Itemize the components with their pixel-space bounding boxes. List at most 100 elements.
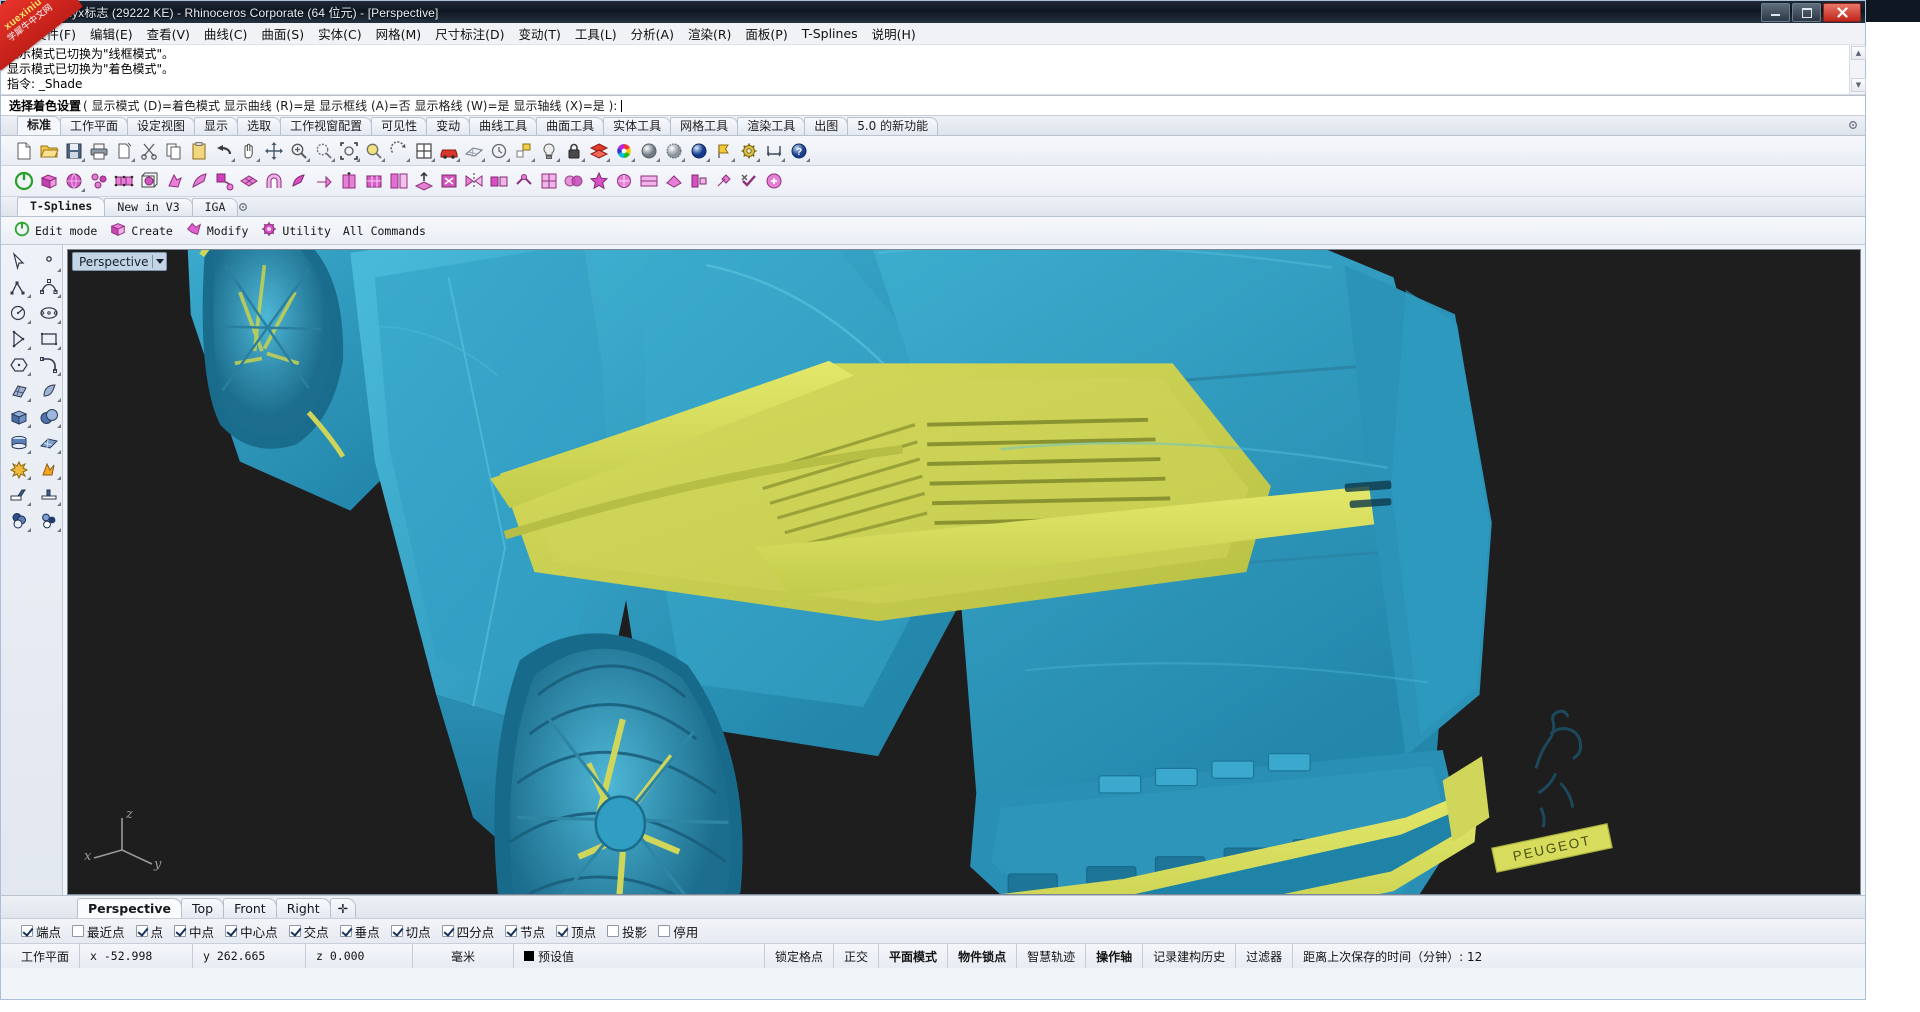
tscrease-icon[interactable] <box>338 170 360 192</box>
cylinder-solid-icon[interactable] <box>5 431 33 455</box>
status-toggle-ortho[interactable]: 正交 <box>834 944 880 968</box>
viewport-layout-icon[interactable] <box>413 140 435 162</box>
tsconvert-icon[interactable] <box>88 170 110 192</box>
tsplines-edit-mode-button[interactable]: Edit mode <box>13 220 97 241</box>
toolbar-options-gear-icon[interactable] <box>1847 119 1859 134</box>
options-gear-icon[interactable] <box>738 140 760 162</box>
zoom-in-icon[interactable] <box>288 140 310 162</box>
osnap-near-checkbox[interactable] <box>72 925 85 937</box>
command-history[interactable]: 显示模式已切换为"线框模式"。 显示模式已切换为"着色模式"。 指令: _Sha… <box>1 45 1866 95</box>
control-point-curve-icon[interactable] <box>35 275 63 299</box>
save-icon[interactable] <box>63 140 85 162</box>
menu-item-transform[interactable]: 变动(T) <box>512 22 568 45</box>
color-wheel-icon[interactable] <box>613 140 635 162</box>
menu-item-surface[interactable]: 曲面(S) <box>254 22 311 45</box>
pan-hand-icon[interactable] <box>238 140 260 162</box>
osnap-tan[interactable]: 切点 <box>390 922 431 941</box>
toolbar-tab-render-tools[interactable]: 渲染工具 <box>737 117 806 135</box>
view-tab-perspective[interactable]: Perspective <box>77 898 182 918</box>
tsrebuild-icon[interactable] <box>613 170 635 192</box>
split-icon[interactable] <box>35 457 63 481</box>
status-cplane[interactable]: 工作平面 <box>1 944 81 968</box>
osnap-mid[interactable]: 中点 <box>174 922 214 941</box>
view-tab-front[interactable]: Front <box>223 898 277 918</box>
status-toggle-filter[interactable]: 过滤器 <box>1236 944 1294 968</box>
toolbar-tab-solid-tools[interactable]: 实体工具 <box>603 117 672 135</box>
rectangle-icon[interactable] <box>35 327 63 351</box>
tsdelete-icon[interactable] <box>438 170 460 192</box>
tsalign-icon[interactable] <box>688 170 710 192</box>
status-toggle-record-history[interactable]: 记录建构历史 <box>1143 944 1237 968</box>
point-icon[interactable] <box>35 249 63 273</box>
tsbend-icon[interactable] <box>188 170 210 192</box>
tsgrid2-icon[interactable] <box>363 170 385 192</box>
toolbar-tab-visibility[interactable]: 可见性 <box>371 117 428 135</box>
history-icon[interactable] <box>488 140 510 162</box>
toolbar-tab-mesh-tools[interactable]: 网格工具 <box>670 117 739 135</box>
tsbridge-icon[interactable] <box>263 170 285 192</box>
join-icon[interactable] <box>35 483 63 507</box>
move-icon[interactable] <box>263 140 285 162</box>
tsextrude-icon[interactable] <box>313 170 335 192</box>
status-toggle-osnap[interactable]: 物件锁点 <box>948 944 1018 968</box>
tsthicken-icon[interactable] <box>238 170 260 192</box>
tsstar-icon[interactable] <box>588 170 610 192</box>
osnap-project[interactable]: 投影 <box>607 922 647 941</box>
scroll-up-arrow[interactable]: ▲ <box>1851 46 1866 60</box>
select-arrow-icon[interactable] <box>5 249 33 273</box>
trim-icon[interactable] <box>5 483 33 507</box>
view-tab-right[interactable]: Right <box>275 898 331 918</box>
osnap-quad[interactable]: 四分点 <box>441 922 494 941</box>
tsmatch-icon[interactable] <box>388 170 410 192</box>
toolbar-tab-curve-tools[interactable]: 曲线工具 <box>469 117 538 135</box>
tsmirror-icon[interactable] <box>488 170 510 192</box>
minimize-button[interactable] <box>1761 3 1790 22</box>
toolbar-tab-standard[interactable]: 标准 <box>17 116 62 135</box>
cut-scissors-icon[interactable] <box>138 140 160 162</box>
menu-item-solid[interactable]: 实体(C) <box>311 22 368 45</box>
tsphere-icon[interactable] <box>63 170 85 192</box>
ellipse-icon[interactable] <box>35 301 63 325</box>
help-icon[interactable]: ? <box>788 140 810 162</box>
tsbox-wire-icon[interactable] <box>138 170 160 192</box>
osnap-perp[interactable]: 垂点 <box>339 922 380 941</box>
osnap-end[interactable]: 端点 <box>21 922 61 941</box>
status-toggle-smarttrack[interactable]: 智慧轨迹 <box>1017 944 1087 968</box>
menu-item-mesh[interactable]: 网格(M) <box>369 22 429 45</box>
new-file-icon[interactable] <box>13 140 35 162</box>
explode-icon[interactable] <box>5 457 33 481</box>
close-button[interactable] <box>1823 3 1861 22</box>
tsplines-modify-button[interactable]: Modify <box>185 220 248 241</box>
toolbar-tab-drafting[interactable]: 出图 <box>804 117 849 135</box>
layers-icon[interactable] <box>5 509 33 533</box>
fillet-curve-icon[interactable] <box>35 353 63 377</box>
curve-from-points-icon[interactable] <box>5 327 33 351</box>
copy-icon[interactable] <box>163 140 185 162</box>
render-sphere-icon[interactable] <box>688 140 710 162</box>
surface-from-points-icon[interactable] <box>5 379 33 403</box>
osnap-point-checkbox[interactable] <box>135 925 148 937</box>
tsmanipulate-icon[interactable] <box>663 170 685 192</box>
plane-mesh-icon[interactable] <box>463 140 485 162</box>
arc-icon[interactable] <box>5 301 33 325</box>
command-history-scrollbar[interactable]: ▲ ▼ <box>1849 45 1866 94</box>
status-layer[interactable]: 预设值 <box>514 944 766 968</box>
tsplines-tab-iga[interactable]: IGA <box>191 198 239 216</box>
zoom-selected-icon[interactable] <box>363 140 385 162</box>
toolbar-tab-setview[interactable]: 设定视图 <box>127 117 196 135</box>
mesh-plane-icon[interactable] <box>35 431 63 455</box>
tsinsert-icon[interactable] <box>413 170 435 192</box>
scroll-down-arrow[interactable]: ▼ <box>1851 78 1866 92</box>
tsplines-panel-gear-icon[interactable] <box>237 201 249 216</box>
menu-item-analyze[interactable]: 分析(A) <box>624 22 681 45</box>
osnap-quad-checkbox[interactable] <box>441 925 454 937</box>
tsbox-icon[interactable] <box>38 170 60 192</box>
copy-to-clipboard-icon[interactable] <box>113 140 135 162</box>
polygon-icon[interactable] <box>5 353 33 377</box>
toolbar-tab-viewport-layout[interactable]: 工作视窗配置 <box>280 117 373 135</box>
perspective-viewport[interactable]: Perspective PEUGEOT z x y <box>67 249 1861 895</box>
view-tab-top[interactable]: Top <box>180 898 225 918</box>
ghosted-sphere-icon[interactable] <box>663 140 685 162</box>
osnap-disable-checkbox[interactable] <box>658 925 671 937</box>
dimension-icon[interactable] <box>763 140 785 162</box>
